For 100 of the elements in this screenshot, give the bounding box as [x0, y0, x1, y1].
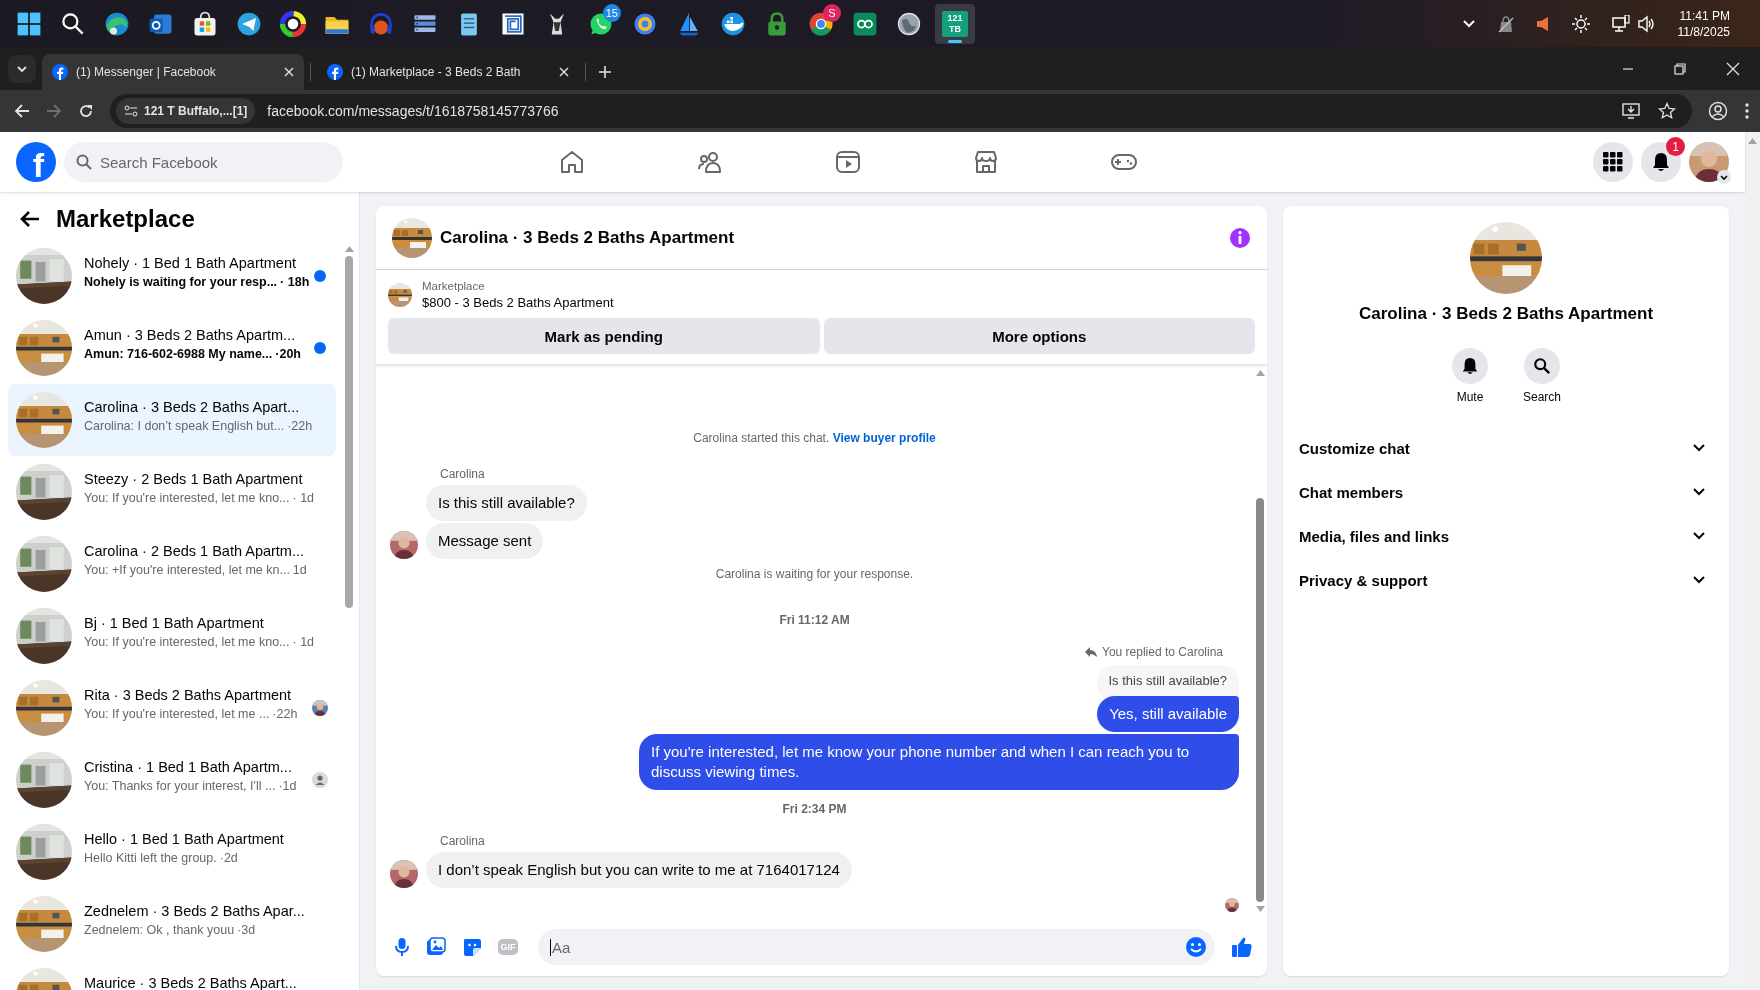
section-row[interactable]: Privacy & support: [1299, 558, 1713, 602]
conversation-title: Cristina · 1 Bed 1 Bath Apartm...: [84, 759, 293, 775]
search-icon: [76, 154, 92, 170]
sliders-icon: [124, 105, 138, 117]
message-preview: You: If you're interested, let me kno...: [84, 491, 290, 505]
home-icon[interactable]: [558, 148, 586, 176]
action-button[interactable]: Mark as pending: [388, 318, 820, 354]
bag-icon[interactable]: [1497, 14, 1514, 33]
bookmark-star-icon[interactable]: [1658, 102, 1676, 120]
volume-icon[interactable]: [1637, 14, 1656, 33]
search-icon: [1533, 357, 1551, 375]
conversation-item[interactable]: Steezy · 2 Beds 1 Bath Apartment You: If you're interested, let me kno... · 1d: [8, 456, 336, 528]
facebook-logo-icon: [52, 64, 68, 80]
conversation-item[interactable]: Carolina · 2 Beds 1 Bath Apartm... You: +If you're interested, let me kn... 1d: [8, 528, 336, 600]
conversation-item[interactable]: Rita · 3 Beds 2 Baths Apartment You: If you're interested, let me ... ·22h: [8, 672, 336, 744]
section-row[interactable]: Chat members: [1299, 470, 1713, 514]
search-field[interactable]: Search Facebook: [64, 142, 343, 182]
page-title: Marketplace: [56, 205, 195, 233]
notification-badge: S: [823, 3, 841, 22]
thumbs-up-icon[interactable]: [1231, 936, 1253, 958]
conversation-title: Carolina · 2 Beds 1 Bath Apartm...: [84, 543, 306, 559]
restore-icon[interactable]: [1674, 62, 1686, 75]
conversation-title: Amun · 3 Beds 2 Baths Apartm...: [84, 327, 297, 343]
notifications-button[interactable]: [1641, 142, 1681, 182]
chat-title: Carolina · 3 Beds 2 Baths Apartment: [440, 227, 736, 248]
action-button[interactable]: More options: [823, 318, 1255, 354]
conversation-item[interactable]: Hello · 1 Bed 1 Bath Apartment Hello Kitti left the group. ·2d: [8, 816, 336, 888]
bell-icon: [1651, 152, 1671, 172]
color-wheel-icon[interactable]: [279, 9, 307, 38]
site-info-chip[interactable]: 121 T Buffalo,...[1]: [116, 98, 256, 124]
message-bubble: Yes, still available: [1097, 696, 1239, 732]
bell-icon: [1461, 357, 1479, 375]
conversation-item[interactable]: Nohely · 1 Bed 1 Bath Apartment Nohely is waiting for your resp... · 18h: [8, 240, 336, 312]
back-icon[interactable]: [14, 103, 30, 119]
conversation-item[interactable]: Amun · 3 Beds 2 Baths Apartm... Amun: 716-602-6988 My name... ·20h: [8, 312, 336, 384]
view-profile-link[interactable]: View buyer profile: [832, 431, 936, 445]
conversation-item[interactable]: Bj · 1 Bed 1 Bath Apartment You: If you're interested, let me kno... · 1d: [8, 600, 336, 672]
install-icon[interactable]: [1622, 102, 1640, 120]
message-preview: Zednelem: Ok , thank youu: [84, 923, 235, 937]
system-message: Carolina is waiting for your response.: [714, 567, 915, 581]
conversation-item[interactable]: Carolina · 3 Beds 2 Baths Apart... Carolina: I don’t speak English but... ·22h: [8, 384, 336, 456]
caret-icon: [16, 63, 28, 75]
message-bubble: If you're interested, let me know your phone number and when I can reach you to discuss viewing times.: [639, 734, 1239, 790]
timestamp: Fri 11:12 AM: [778, 613, 851, 627]
microphone-icon[interactable]: [394, 937, 410, 957]
action-label: Search: [1523, 390, 1561, 404]
message-field[interactable]: Aa: [538, 929, 1215, 965]
timestamp: · 1d: [292, 635, 315, 649]
sticker-icon[interactable]: [462, 937, 482, 957]
close-icon[interactable]: [559, 67, 569, 77]
message-preview: Amun: 716-602-6988 My name...: [84, 347, 273, 361]
back-arrow-icon[interactable]: [20, 209, 40, 229]
profile-icon[interactable]: [1708, 101, 1728, 121]
video-icon[interactable]: [834, 148, 862, 176]
shopping-bag-icon[interactable]: [191, 9, 219, 38]
message-bubble: I don’t speak English but you can write to me at 7164017124: [426, 852, 852, 888]
address-field[interactable]: facebook.com/messages/t/1618758145773766: [267, 103, 559, 119]
close-icon[interactable]: [1726, 61, 1740, 76]
read-receipt-avatar: [1225, 898, 1239, 912]
action-label: Mute: [1456, 390, 1484, 404]
facebook-logo[interactable]: f: [16, 142, 56, 182]
network-icon[interactable]: [1611, 14, 1630, 33]
search-button[interactable]: [1524, 348, 1560, 384]
listing-title: $800 - 3 Beds 2 Baths Apartment: [422, 295, 614, 310]
message-preview: Nohely is waiting for your resp...: [84, 275, 278, 289]
timestamp: · 18h: [280, 275, 310, 289]
sender-name: Carolina: [440, 834, 486, 848]
menu-icon[interactable]: [1744, 102, 1750, 120]
reload-icon[interactable]: [78, 103, 94, 119]
notification-badge: 15: [602, 3, 621, 22]
storefront-icon[interactable]: [972, 148, 1000, 176]
conversation-item[interactable]: Zednelem · 3 Beds 2 Baths Apar... Zednelem: Ok , thank youu ·3d: [8, 888, 336, 960]
caret-icon[interactable]: [1717, 170, 1731, 184]
speaker-icon[interactable]: [1535, 15, 1550, 32]
tab-list-button[interactable]: [8, 55, 36, 83]
clock[interactable]: 11:41 PM 11/8/2025: [1677, 7, 1730, 40]
new-tab-icon[interactable]: [598, 65, 612, 79]
reply-note: You replied to Carolina: [1102, 645, 1223, 659]
message-preview: You: Thanks for your interest, I'll ...: [84, 779, 276, 793]
mute-button[interactable]: [1452, 348, 1488, 384]
section-row[interactable]: Customize chat: [1299, 426, 1713, 470]
facebook-logo-icon: [327, 64, 343, 80]
brightness-icon[interactable]: [1571, 14, 1590, 33]
image-icon[interactable]: [426, 937, 446, 957]
avatar: [390, 531, 418, 559]
message-preview: You: If you're interested, let me ...: [84, 707, 270, 721]
browser-tab[interactable]: (1) Marketplace - 3 Beds 2 Bath: [317, 54, 579, 90]
conversation-title: Hello · 1 Bed 1 Bath Apartment: [84, 831, 285, 847]
menu-button[interactable]: [1593, 142, 1633, 182]
timestamp: Fri 2:34 PM: [781, 802, 848, 816]
close-icon[interactable]: [284, 67, 294, 77]
timestamp: · 1d: [292, 491, 315, 505]
section-row[interactable]: Media, files and links: [1299, 514, 1713, 558]
conversation-title: Carolina · 3 Beds 2 Baths Apart...: [84, 399, 301, 415]
conversation-item[interactable]: Cristina · 1 Bed 1 Bath Apartm... You: Thanks for your interest, I'll ... ·1d: [8, 744, 336, 816]
info-icon[interactable]: [1229, 226, 1251, 249]
scrollbar[interactable]: [1745, 132, 1760, 990]
emoji-icon[interactable]: [1185, 936, 1207, 958]
browser-tab[interactable]: (1) Messenger | Facebook: [42, 54, 304, 90]
message-bubble: Is this still available?: [426, 485, 587, 521]
